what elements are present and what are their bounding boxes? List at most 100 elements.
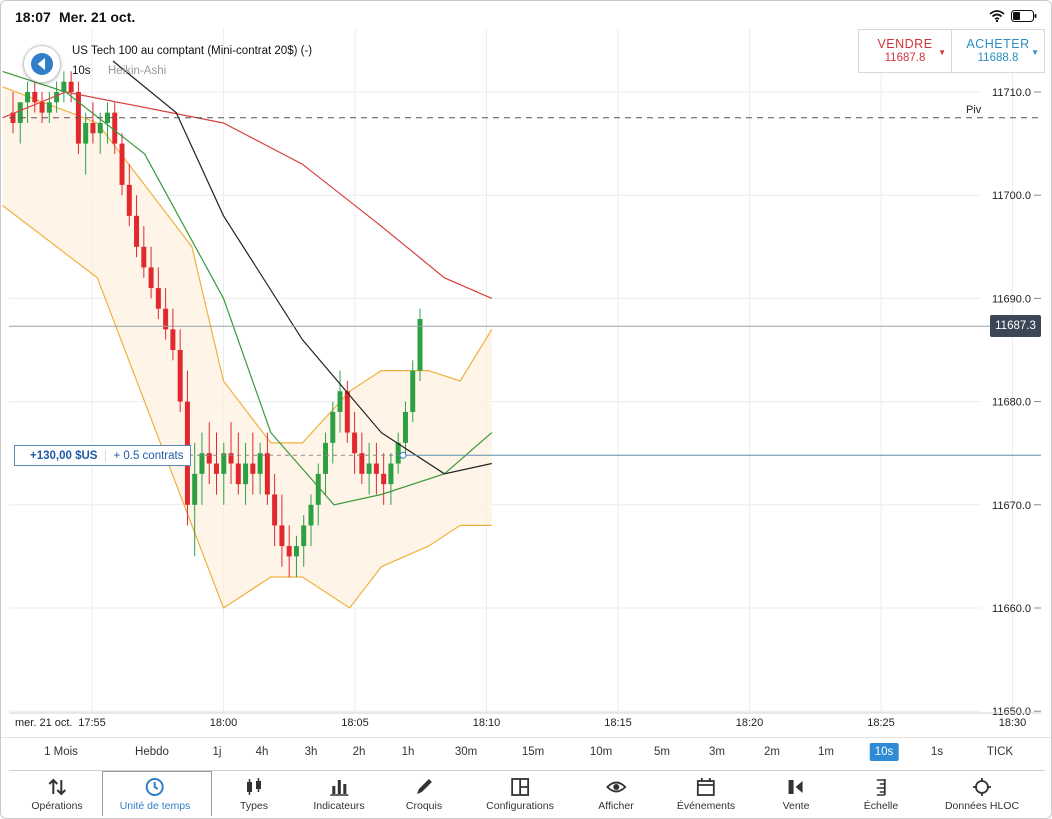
timeframe-1-mois[interactable]: 1 Mois (39, 743, 83, 761)
candle-body (97, 122, 103, 134)
y-tick-label: 11710.0 (992, 87, 1031, 99)
timeframe-tick[interactable]: TICK (982, 743, 1018, 761)
buy-caret-icon: ▼ (1031, 48, 1039, 57)
candle-body (235, 463, 241, 485)
candle-body (388, 463, 394, 485)
timeframe-3h[interactable]: 3h (300, 743, 323, 761)
toolbar-bar-chart-button[interactable]: Indicateurs (313, 771, 365, 816)
bottom-toolbar: Opérations Unité de temps Types Indicateurs… (9, 770, 1045, 816)
current-price-tag: 11687.3 (990, 315, 1041, 337)
candle-body (46, 102, 52, 113)
toolbar-scale-button[interactable]: Échelle (864, 771, 898, 816)
candle-body (272, 494, 278, 526)
y-tick-label: 11680.0 (992, 397, 1031, 409)
timeframe-1h[interactable]: 1h (397, 743, 420, 761)
instrument-title[interactable]: US Tech 100 au comptant (Mini-contrat 20… (72, 45, 312, 57)
toolbar-label: Afficher (598, 800, 634, 812)
timeframe-3m[interactable]: 3m (704, 743, 730, 761)
back-button[interactable] (23, 45, 61, 83)
toolbar-calendar-button[interactable]: Événements (677, 771, 735, 816)
toolbar-sort-arrows-button[interactable]: Opérations (31, 771, 83, 816)
candle-body (373, 463, 379, 474)
trade-panel: VENDRE 11687.8 ▼ ACHETER 11688.8 ▼ (858, 29, 1045, 73)
position-tag[interactable]: +130,00 $US + 0.5 contrats (14, 445, 192, 466)
x-tick-label: 18:05 (341, 717, 369, 729)
candle-body (199, 453, 205, 474)
x-tick-label: 18:15 (604, 717, 632, 729)
candle-body (119, 143, 125, 185)
toolbar-sell-button[interactable]: Vente (783, 771, 809, 816)
position-pnl: +130,00 $US (30, 449, 98, 462)
pivot-label: Piv (966, 104, 982, 116)
candle-body (68, 81, 74, 92)
candle-body (257, 453, 263, 474)
candle-body (25, 92, 31, 103)
timeframe-10m[interactable]: 10m (585, 743, 617, 761)
candle-body (250, 463, 256, 474)
candle-body (243, 463, 249, 485)
candle-body (344, 391, 350, 433)
timeframe-1s[interactable]: 1s (926, 743, 948, 761)
app-frame: 18:07 Mer. 21 oct. Piv 11710.0 11700.0 116… (0, 0, 1052, 819)
sell-caret-icon: ▼ (938, 48, 946, 57)
timeframe-1m[interactable]: 1m (813, 743, 839, 761)
price-chart[interactable]: Piv 11710.0 11700.0 11690.0 11680.0 11670.0 1… (1, 1, 1051, 737)
timeframe-hebdo[interactable]: Hebdo (130, 743, 174, 761)
pencil-icon (417, 779, 432, 794)
candle-body (17, 102, 23, 123)
position-entry-marker (399, 451, 407, 459)
toolbar-clock-button[interactable]: Unité de temps (120, 771, 190, 816)
candle-body (301, 525, 307, 547)
candle-body (264, 453, 270, 495)
candle-body (366, 463, 372, 474)
toolbar-layout-grid-button[interactable]: Configurations (486, 771, 554, 816)
timeframe-4h[interactable]: 4h (251, 743, 274, 761)
y-tick-label: 11670.0 (992, 500, 1031, 512)
scale-icon (876, 779, 886, 796)
y-tick-label: 11690.0 (992, 293, 1031, 305)
candle-body (330, 411, 336, 443)
candle-body (359, 453, 365, 474)
calendar-icon (697, 778, 715, 796)
timeframe-1j[interactable]: 1j (208, 743, 227, 761)
candle-body (170, 329, 176, 350)
candles-icon (246, 778, 261, 795)
buy-button[interactable]: ACHETER 11688.8 ▼ (951, 30, 1044, 72)
x-tick-label: 18:20 (736, 717, 764, 729)
candle-body (54, 92, 60, 103)
x-axis-date-label: mer. 21 oct. (15, 717, 72, 729)
x-tick-label: 18:00 (210, 717, 238, 729)
candle-body (192, 473, 198, 505)
timeframe-5m[interactable]: 5m (649, 743, 675, 761)
toolbar-eye-button[interactable]: Afficher (598, 771, 634, 816)
timeframe-10s[interactable]: 10s (869, 743, 899, 761)
toolbar-crosshair-button[interactable]: Données HLOC (945, 771, 1019, 816)
candle-body (134, 215, 140, 247)
candle-body (286, 546, 292, 557)
candle-body (402, 411, 408, 443)
toolbar-label: Événements (676, 800, 736, 812)
interval-label: 10s (72, 65, 91, 77)
back-arrow-icon (31, 53, 53, 75)
candle-body (395, 442, 401, 464)
candle-body (141, 246, 147, 268)
toolbar-pencil-button[interactable]: Croquis (406, 771, 442, 816)
candle-body (206, 453, 212, 464)
candle-body (323, 442, 329, 474)
timeframe-15m[interactable]: 15m (517, 743, 549, 761)
toolbar-label: Indicateurs (313, 800, 365, 812)
toolbar-candles-button[interactable]: Types (240, 771, 268, 816)
toolbar-label: Croquis (405, 800, 443, 812)
timeframe-30m[interactable]: 30m (450, 743, 482, 761)
candle-body (32, 92, 38, 103)
x-tick-label: 18:25 (867, 717, 895, 729)
timeframe-2h[interactable]: 2h (348, 743, 371, 761)
sell-button[interactable]: VENDRE 11687.8 ▼ (859, 30, 951, 72)
candle-body (83, 122, 89, 144)
candle-body (126, 184, 132, 216)
position-size: + 0.5 contrats (105, 449, 190, 462)
timeframe-bar: 1 Mois Hebdo 1j 4h 3h 2h 1h 30m 15m 10m 5m 3m 2m 1m 10… (1, 737, 1051, 768)
bar-chart-icon (330, 780, 348, 796)
candle-body (337, 391, 343, 412)
timeframe-2m[interactable]: 2m (759, 743, 785, 761)
